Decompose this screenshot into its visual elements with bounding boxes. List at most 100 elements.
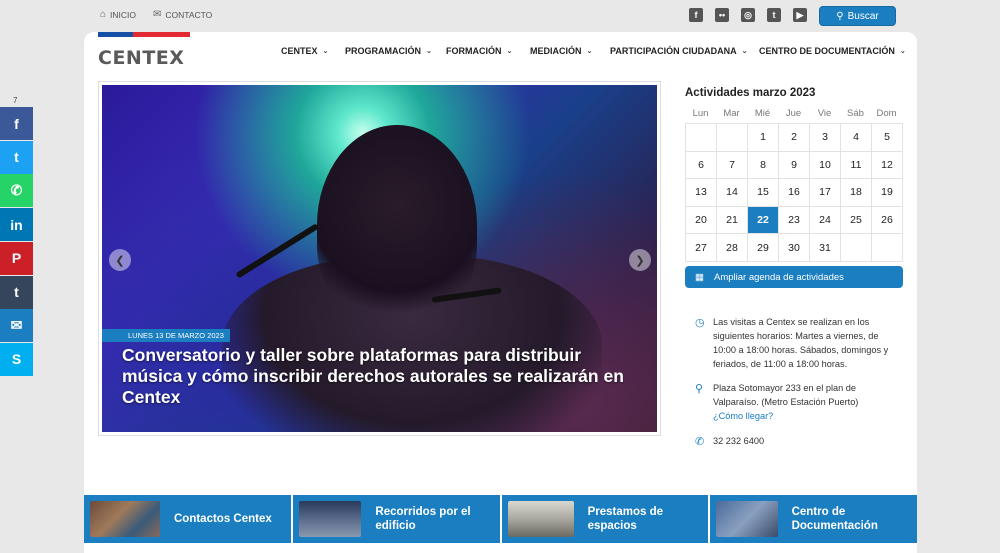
weekday-label: Mar (723, 108, 740, 119)
nav-item-participacion[interactable]: PARTICIPACIÓN CIUDADANA ⌄ (610, 44, 748, 58)
calendar-grid: 1 2 3 4 5 6 7 8 9 10 11 12 13 14 15 16 17 18 19 20 21 22 23 24 2… (685, 123, 903, 262)
twitter-icon[interactable]: t (767, 8, 781, 22)
box-prestamos[interactable]: Prestamos de espacios (501, 495, 711, 543)
calendar-day[interactable]: 23 (779, 206, 810, 235)
box-label: Contactos Centex (174, 513, 272, 525)
calendar-day[interactable]: 13 (686, 179, 717, 207)
chevron-down-icon: ⌄ (586, 48, 593, 55)
weekday-label: Sáb (847, 108, 864, 119)
contact-link-label: CONTACTO (165, 9, 213, 20)
calendar-day[interactable]: 1 (748, 124, 779, 152)
calendar-day[interactable]: 4 (841, 124, 872, 152)
calendar-day[interactable]: 7 (717, 151, 748, 180)
box-label: Prestamos de espacios (587, 506, 664, 532)
calendar-day[interactable]: 11 (841, 151, 872, 180)
calendar-day[interactable]: 15 (748, 179, 779, 207)
nav-item-mediacion[interactable]: MEDIACIÓN ⌄ (530, 44, 592, 58)
calendar-day[interactable]: 12 (872, 151, 903, 180)
linkedin-icon[interactable]: in (0, 208, 33, 242)
calendar-day[interactable]: 25 (841, 206, 872, 235)
hours-text: Las visitas a Centex se realizan en los … (713, 317, 889, 369)
facebook-icon[interactable]: f (689, 8, 703, 22)
nav-label: MEDIACIÓN (530, 46, 582, 56)
share-count: 7 (13, 96, 18, 105)
chevron-down-icon: ⌄ (741, 48, 748, 55)
calendar-day[interactable]: 20 (686, 206, 717, 235)
email-icon[interactable]: ✉ (0, 309, 33, 343)
nav-label: PARTICIPACIÓN CIUDADANA (610, 46, 737, 56)
search-button[interactable]: ⚲ Buscar (819, 6, 896, 26)
box-documentacion[interactable]: Centro de Documentación (710, 495, 917, 543)
chevron-down-icon: ⌄ (426, 48, 432, 55)
search-button-label: Buscar (847, 10, 879, 22)
calendar-day[interactable]: 27 (686, 234, 717, 262)
pinterest-icon[interactable]: P (0, 241, 33, 275)
calendar-empty-cell (872, 234, 903, 262)
box-recorridos[interactable]: Recorridos por el edificio (292, 495, 502, 543)
tumblr-icon[interactable]: t (0, 275, 33, 309)
home-link[interactable]: ⌂ INICIO (100, 9, 136, 20)
logo[interactable]: CENTEX (98, 32, 190, 69)
nav-label: PROGRAMACIÓN (345, 46, 421, 56)
slide-title[interactable]: Conversatorio y taller sobre plataformas… (122, 345, 642, 408)
nav-item-formacion[interactable]: FORMACIÓN ⌄ (446, 44, 512, 58)
prev-arrow-icon[interactable]: ❮ (109, 249, 131, 271)
slide-image[interactable]: ❮ ❯ LUNES 13 DE MARZO 2023 Conversatorio… (102, 85, 657, 432)
chevron-down-icon: ⌄ (506, 48, 513, 55)
recorridos-thumbnail (298, 501, 362, 537)
info-phone: ✆ 32 232 6400 (695, 434, 895, 448)
skype-icon[interactable]: S (0, 342, 33, 376)
envelope-icon: ✉ (153, 9, 162, 20)
calendar-day[interactable]: 21 (717, 206, 748, 235)
calendar-day[interactable]: 16 (779, 179, 810, 207)
calendar-day[interactable]: 24 (810, 206, 841, 235)
quick-links: Contactos Centex Recorridos por el edifi… (84, 495, 917, 543)
chevron-down-icon: ⌄ (322, 48, 329, 55)
whatsapp-icon[interactable]: ✆ (0, 174, 33, 208)
instagram-icon[interactable]: ◎ (741, 8, 755, 22)
next-arrow-icon[interactable]: ❯ (629, 249, 651, 271)
directions-link[interactable]: ¿Cómo llegar? (713, 409, 895, 423)
info-hours: ◷ Las visitas a Centex se realizan en lo… (695, 315, 895, 371)
calendar-day[interactable]: 5 (872, 124, 903, 152)
box-contactos[interactable]: Contactos Centex (84, 495, 293, 543)
chevron-down-icon: ⌄ (899, 48, 906, 55)
calendar-day[interactable]: 19 (872, 179, 903, 207)
home-icon: ⌂ (100, 9, 107, 20)
map-pin-icon: ⚲ (695, 383, 704, 395)
prestamos-thumbnail (507, 501, 574, 537)
calendar-day[interactable]: 8 (748, 151, 779, 180)
box-label: Centro de Documentación (791, 506, 878, 532)
calendar-day[interactable]: 18 (841, 179, 872, 207)
calendar-day[interactable]: 22 (748, 206, 779, 235)
calendar-day[interactable]: 17 (810, 179, 841, 207)
calendar-day[interactable]: 30 (779, 234, 810, 262)
calendar-day[interactable]: 29 (748, 234, 779, 262)
home-link-label: INICIO (110, 9, 137, 20)
box-label: Recorridos por el edificio (375, 506, 471, 532)
youtube-icon[interactable]: ▶ (793, 8, 807, 22)
nav-item-documentacion[interactable]: CENTRO DE DOCUMENTACIÓN ⌄ (759, 44, 906, 58)
flickr-icon[interactable]: •• (715, 8, 729, 22)
top-bar: ⌂ INICIO ✉ CONTACTO f •• ◎ t ▶ ⚲ Buscar (0, 0, 1000, 32)
calendar-day[interactable]: 6 (686, 151, 717, 180)
calendar-day[interactable]: 2 (779, 124, 810, 152)
calendar-day[interactable]: 26 (872, 206, 903, 235)
agenda-button[interactable]: ▦ Ampliar agenda de actividades (685, 266, 903, 288)
calendar-day[interactable]: 3 (810, 124, 841, 152)
calendar-day[interactable]: 14 (717, 179, 748, 207)
contact-link[interactable]: ✉ CONTACTO (153, 9, 212, 20)
calendar-day[interactable]: 10 (810, 151, 841, 180)
calendar: Lun Mar Mié Jue Vie Sáb Dom 1 2 3 4 5 6 7 8 9 10 11 12 13 1… (685, 108, 903, 262)
nav-item-centex[interactable]: CENTEX ⌄ (281, 44, 328, 58)
calendar-day[interactable]: 28 (717, 234, 748, 262)
nav-item-programacion[interactable]: PROGRAMACIÓN ⌄ (345, 44, 432, 58)
twitter-icon[interactable]: t (0, 140, 33, 174)
calendar-icon: ▦ (695, 271, 704, 283)
calendar-day[interactable]: 31 (810, 234, 841, 262)
facebook-icon[interactable]: f (0, 107, 33, 140)
calendar-weekdays: Lun Mar Mié Jue Vie Sáb Dom (685, 108, 903, 119)
calendar-day[interactable]: 9 (779, 151, 810, 180)
nav-label: CENTEX (281, 46, 318, 56)
weekday-label: Dom (876, 108, 897, 119)
